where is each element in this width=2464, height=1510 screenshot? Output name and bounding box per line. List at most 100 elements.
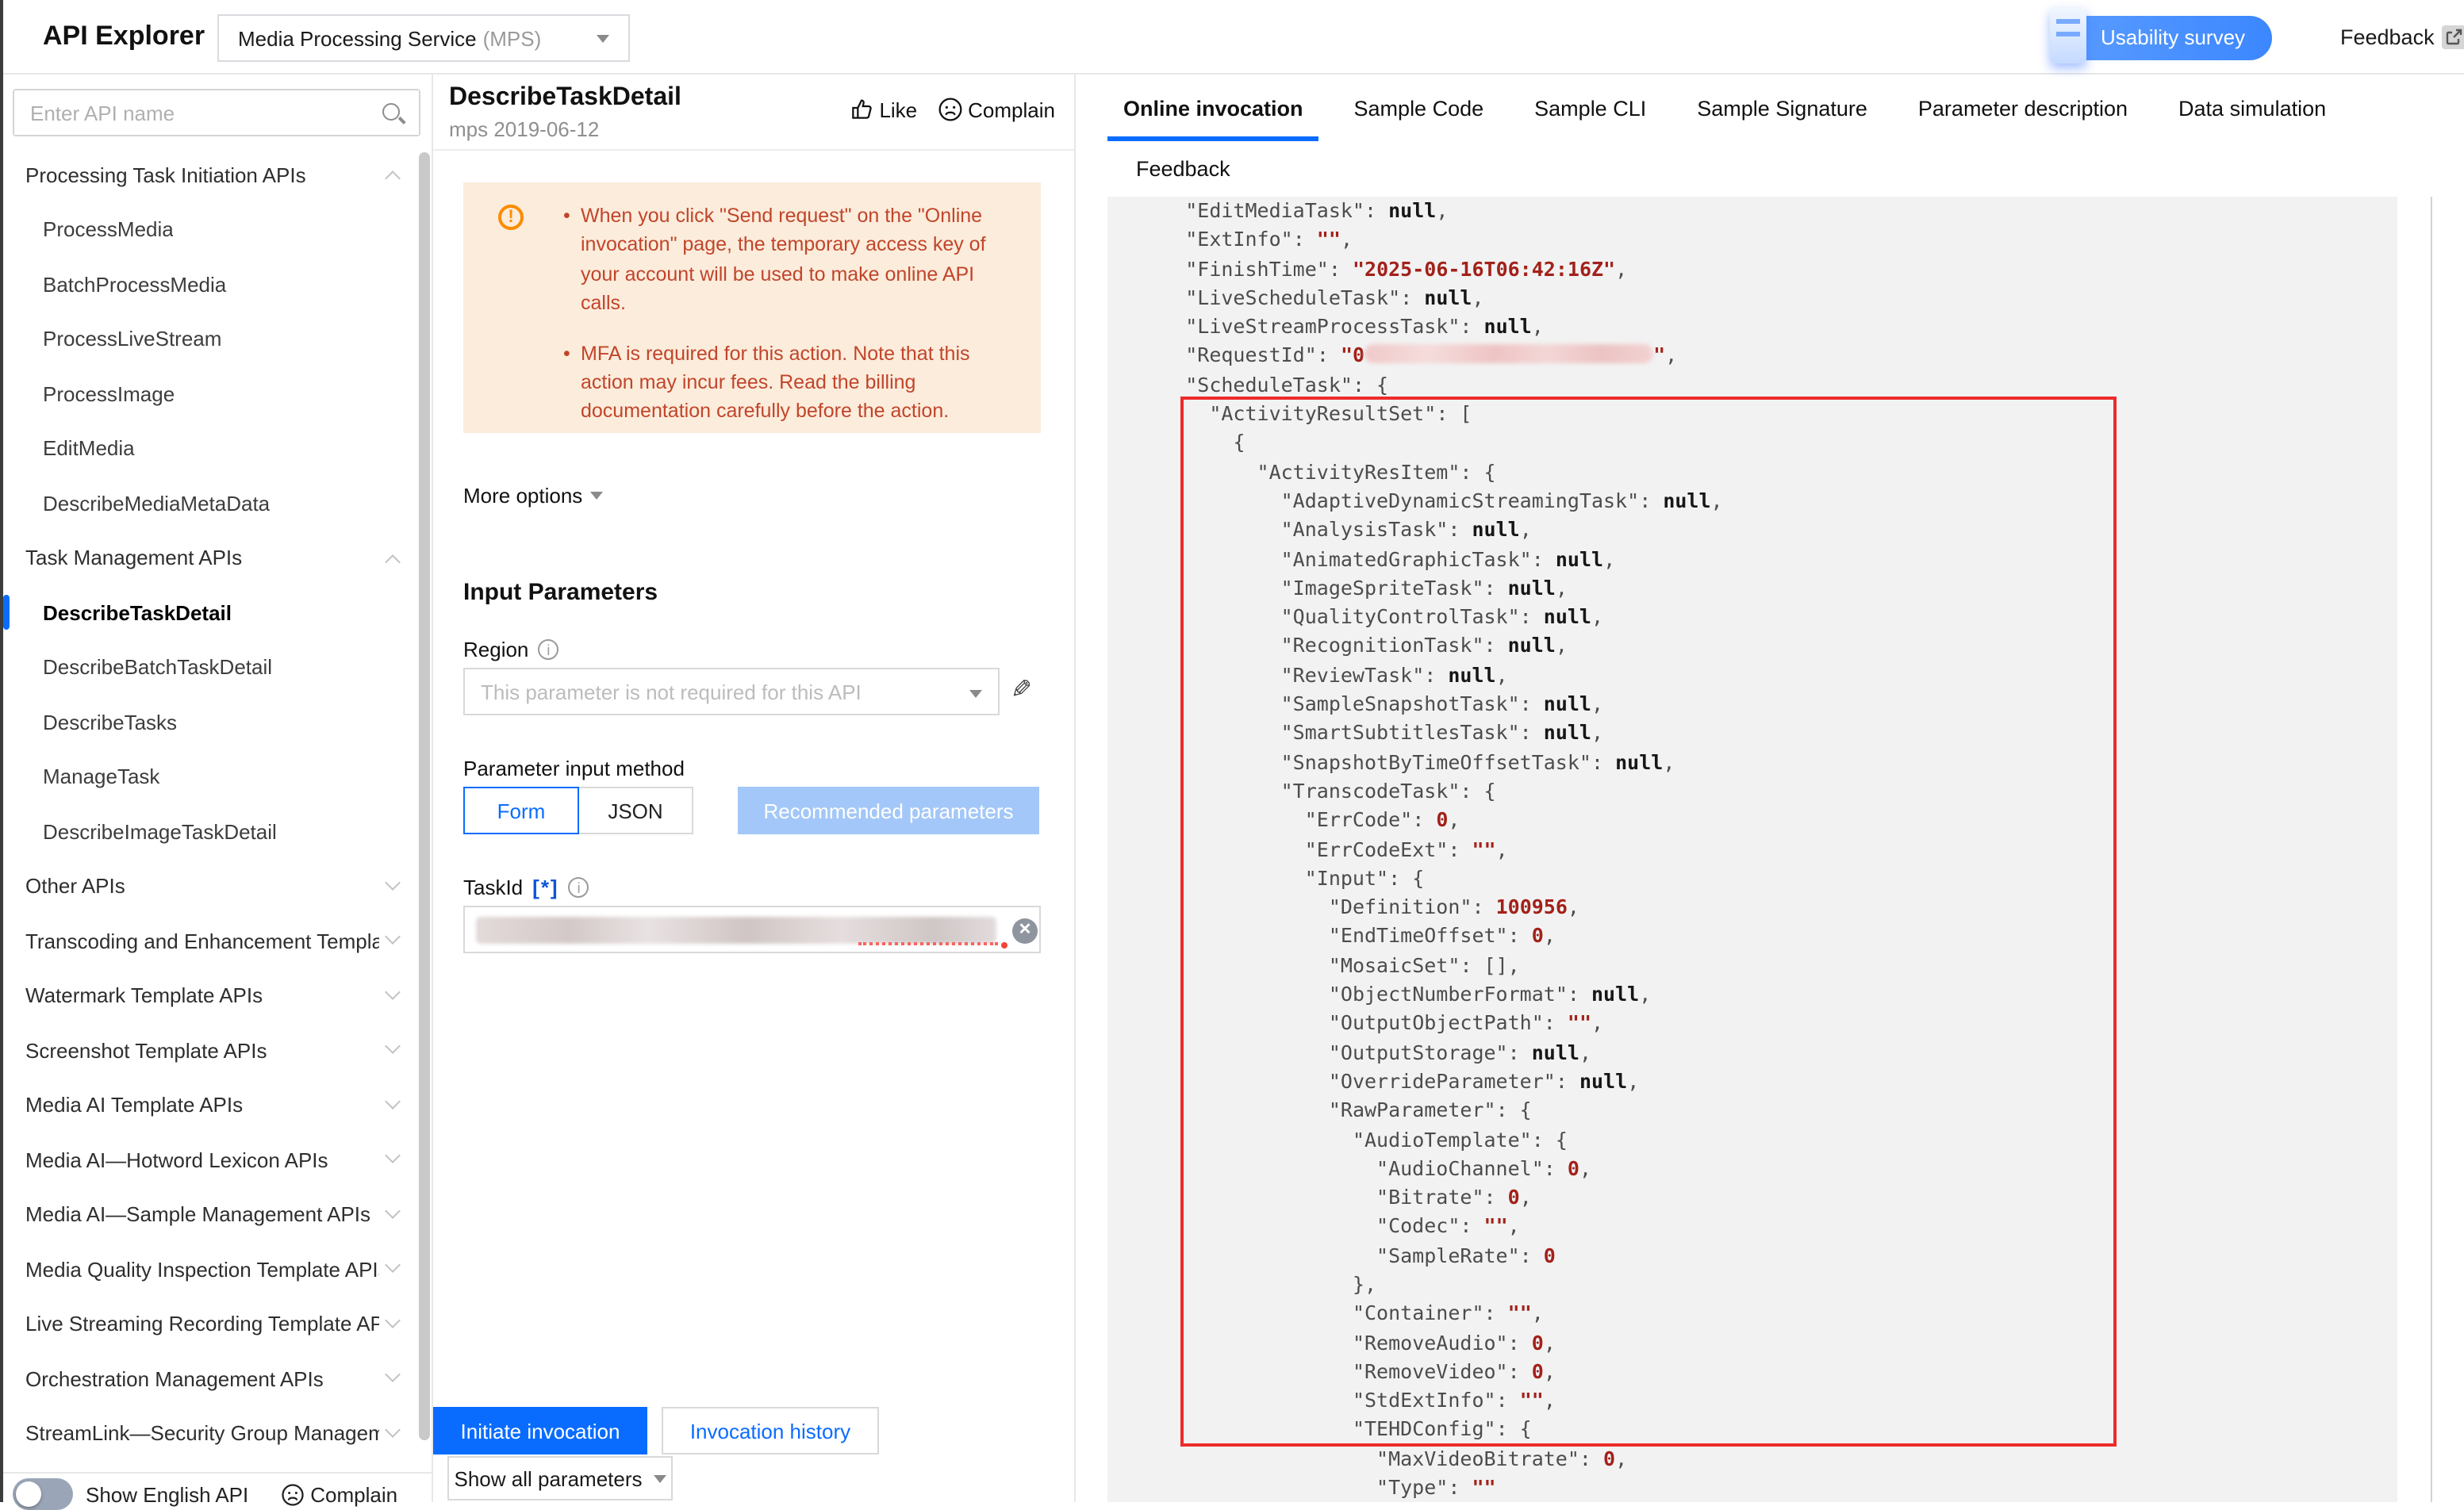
sidebar-group-task-management-apis[interactable]: Task Management APIs [0,531,433,585]
info-icon[interactable]: i [538,639,558,660]
code-line: "SampleSnapshotTask": null, [1138,690,1723,719]
initiate-invocation-button[interactable]: Initiate invocation [433,1407,647,1454]
sidebar-item-label: Media AI—Hotword Lexicon APIs [25,1148,328,1172]
chevron-down-icon [385,929,401,945]
clear-input-icon[interactable]: ✕ [1012,918,1038,944]
scrollbar-divider [2431,197,2432,1502]
usability-survey-button[interactable]: Usability survey [2056,16,2272,60]
code-line: "ExtInfo": "", [1138,226,1723,255]
spellcheck-underline [858,942,998,945]
show-all-parameters-button[interactable]: Show all parameters [447,1456,673,1500]
info-icon[interactable]: i [569,877,589,898]
sidebar-item-describetasks[interactable]: DescribeTasks [0,695,433,749]
sidebar-item-describemediametadata[interactable]: DescribeMediaMetaData [0,476,433,531]
sidebar-item-processmedia[interactable]: ProcessMedia [0,202,433,257]
search-input[interactable] [14,90,419,135]
chevron-down-icon [385,1093,401,1109]
sidebar-item-describeimagetaskdetail[interactable]: DescribeImageTaskDetail [0,804,433,859]
tab-online-invocation[interactable]: Online invocation [1123,75,1303,144]
sidebar-group-transcoding-and-enhancement-template-apis[interactable]: Transcoding and Enhancement Template API… [0,914,433,968]
code-line: "ScheduleTask": { [1138,371,1723,400]
sidebar-item-label: Media Quality Inspection Template APIs [25,1258,379,1282]
sidebar-group-watermark-template-apis[interactable]: Watermark Template APIs [0,968,433,1023]
param-method-label: Parameter input method [463,757,685,780]
code-line: "QualityControlTask": null, [1138,603,1723,632]
chevron-down-icon [385,874,401,890]
warning-item: MFA is required for this action. Note th… [563,339,1020,426]
sidebar-group-media-quality-inspection-template-apis[interactable]: Media Quality Inspection Template APIs [0,1242,433,1297]
sidebar-item-editmedia[interactable]: EditMedia [0,421,433,476]
taskid-field-label: TaskId [*] i [463,876,589,899]
sidebar-item-label: Live Streaming Recording Template APIs [25,1313,379,1336]
code-line: "OutputObjectPath": "", [1138,1010,1723,1039]
form-tab-button[interactable]: Form [463,787,579,834]
code-line: "AnimatedGraphicTask": null, [1138,545,1723,574]
recommended-parameters-button[interactable]: Recommended parameters [738,787,1039,834]
sidebar-group-streamlink-security-group-management[interactable]: StreamLink—Security Group Management … [0,1406,433,1461]
json-tab-button[interactable]: JSON [578,787,693,834]
complain-label: Complain [968,98,1055,121]
sidebar-item-label: Other APIs [25,875,125,899]
sidebar-group-live-streaming-recording-template-apis[interactable]: Live Streaming Recording Template APIs [0,1297,433,1351]
edit-pencil-icon[interactable]: ✎ [1011,674,1032,706]
sidebar-group-orchestration-management-apis[interactable]: Orchestration Management APIs [0,1351,433,1406]
tab-feedback[interactable]: Feedback [1136,135,1230,205]
sidebar-item-describetaskdetail[interactable]: DescribeTaskDetail [0,585,433,640]
region-select[interactable]: This parameter is not required for this … [463,668,1000,715]
code-line: "FinishTime": "2025-06-16T06:42:16Z", [1138,255,1723,284]
service-selector[interactable]: Media Processing Service (MPS) [217,14,630,62]
code-line: "TranscodeTask": { [1138,777,1723,807]
show-english-label: Show English API [86,1482,248,1506]
sidebar-item-label: Task Management APIs [25,546,242,570]
sidebar-item-label: Transcoding and Enhancement Template API… [25,929,379,953]
complain-button[interactable]: Complain [938,97,1055,122]
code-line: "ReviewTask": null, [1138,661,1723,691]
sidebar-item-processlivestream[interactable]: ProcessLiveStream [0,312,433,366]
sidebar-item-managetask[interactable]: ManageTask [0,749,433,804]
sidebar-group-other-apis[interactable]: Other APIs [0,859,433,914]
sidebar-item-label: Media AI Template APIs [25,1094,243,1117]
sidebar-footer: Show English API Complain [0,1472,432,1502]
like-label: Like [879,98,917,121]
code-content: "EditMediaTask": null, "ExtInfo": "", "F… [1107,197,1723,1502]
sidebar-item-describebatchtaskdetail[interactable]: DescribeBatchTaskDetail [0,640,433,695]
sidebar-group-screenshot-template-apis[interactable]: Screenshot Template APIs [0,1023,433,1078]
sidebar-group-media-ai-sample-management-apis[interactable]: Media AI—Sample Management APIs [0,1187,433,1242]
sidebar-group-processing-task-initiation-apis[interactable]: Processing Task Initiation APIs [0,148,433,202]
search-icon[interactable] [381,102,406,127]
region-field-label: Region i [463,638,558,661]
service-selector-abbr: (MPS) [483,26,542,50]
external-link-icon [2443,25,2464,49]
result-tabs: Online invocation Sample Code Sample CLI Sa… [1076,75,2326,144]
sidebar-item-processimage[interactable]: ProcessImage [0,366,433,421]
show-english-toggle[interactable] [13,1478,73,1510]
required-badge: [*] [532,876,558,899]
warning-item: When you click "Send request" on the "On… [563,201,1020,318]
sidebar-group-media-ai-template-apis[interactable]: Media AI Template APIs [0,1078,433,1132]
code-line: "LiveScheduleTask": null, [1138,284,1723,313]
more-options-button[interactable]: More options [463,484,603,508]
tab-data-simulation[interactable]: Data simulation [2178,75,2326,144]
taskid-input[interactable]: ✕ [463,906,1041,953]
sidebar-complain-button[interactable]: Complain [280,1482,397,1506]
api-detail-panel: DescribeTaskDetail mps 2019-06-12 Like C… [433,75,1076,1502]
code-line: "Definition": 100956, [1138,893,1723,922]
sidebar-item-label: DescribeMediaMetaData [43,492,270,515]
code-line: "Input": { [1138,864,1723,894]
feedback-link[interactable]: Feedback [2340,25,2464,49]
sidebar-scrollbar[interactable] [419,152,430,1440]
response-json-viewer[interactable]: "EditMediaTask": null, "ExtInfo": "", "F… [1107,197,2397,1502]
tab-sample-cli[interactable]: Sample CLI [1534,75,1646,144]
tab-sample-code[interactable]: Sample Code [1354,75,1484,144]
code-line: "ErrCodeExt": "", [1138,835,1723,864]
sidebar-group-media-ai-hotword-lexicon-apis[interactable]: Media AI—Hotword Lexicon APIs [0,1132,433,1187]
tab-sample-signature[interactable]: Sample Signature [1697,75,1867,144]
sidebar-item-batchprocessmedia[interactable]: BatchProcessMedia [0,257,433,312]
chevron-down-icon [385,983,401,999]
taskid-label: TaskId [463,876,523,899]
show-all-parameters-label: Show all parameters [455,1466,643,1490]
like-button[interactable]: Like [849,97,917,122]
tab-parameter-description[interactable]: Parameter description [1918,75,2128,144]
chevron-down-icon [385,1366,401,1382]
invocation-history-button[interactable]: Invocation history [662,1407,879,1454]
